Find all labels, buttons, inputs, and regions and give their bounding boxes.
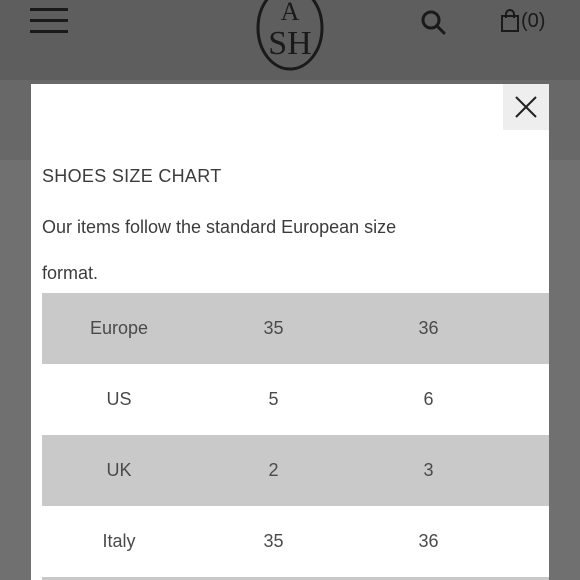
size-cell: 35 [196, 506, 351, 577]
empty-cell [506, 293, 549, 364]
modal-description: Our items follow the standard European s… [42, 217, 397, 283]
empty-cell [506, 506, 549, 577]
table-row: Italy 35 36 [42, 506, 549, 577]
logo-letters-bottom: SH [268, 25, 311, 62]
size-cell: 36 [351, 506, 506, 577]
size-chart-table: Europe 35 36 US 5 6 UK 2 3 Italy 35 36 [42, 293, 549, 577]
close-button[interactable] [503, 84, 549, 130]
cart-button[interactable]: (0) [500, 6, 545, 36]
table-row: Europe 35 36 [42, 293, 549, 364]
brand-logo[interactable]: A SH [255, 0, 325, 72]
size-cell: 35 [196, 293, 351, 364]
size-cell: 3 [351, 435, 506, 506]
close-icon [515, 96, 537, 118]
table-row: UK 2 3 [42, 435, 549, 506]
logo-letter-top: A [281, 0, 300, 26]
row-label: UK [42, 435, 196, 506]
size-cell: 2 [196, 435, 351, 506]
row-label: US [42, 364, 196, 435]
row-label: Italy [42, 506, 196, 577]
cart-count: (0) [521, 9, 546, 32]
size-cell: 5 [196, 364, 351, 435]
shopping-bag-icon [501, 9, 519, 32]
empty-cell [506, 364, 549, 435]
size-chart-modal: SHOES SIZE CHART Our items follow the st… [31, 84, 549, 580]
modal-title: SHOES SIZE CHART [42, 166, 222, 186]
size-cell: 36 [351, 293, 506, 364]
row-label: Europe [42, 293, 196, 364]
search-icon[interactable] [420, 9, 446, 35]
empty-cell [506, 435, 549, 506]
table-row: US 5 6 [42, 364, 549, 435]
size-cell: 6 [351, 364, 506, 435]
hamburger-menu-icon[interactable] [30, 8, 70, 34]
